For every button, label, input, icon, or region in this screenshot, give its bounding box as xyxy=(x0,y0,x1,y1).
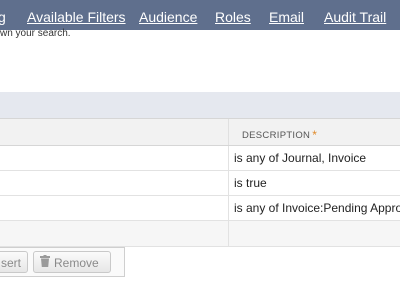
filter-cell[interactable] xyxy=(0,171,229,195)
tab-audience[interactable]: Audience xyxy=(139,8,197,26)
new-row[interactable] xyxy=(0,221,400,247)
row-action-bar: sert Remove xyxy=(0,247,125,277)
column-divider xyxy=(228,119,229,145)
tab-roles[interactable]: Roles xyxy=(215,8,251,26)
criteria-table: DESCRIPTION * is any of Journal, Invoice … xyxy=(0,118,400,247)
remove-button[interactable]: Remove xyxy=(33,251,111,273)
required-star: * xyxy=(312,128,318,142)
tab-audit-trail[interactable]: Audit Trail xyxy=(324,8,386,26)
subtab-bar: g Available Filters Audience Roles Email… xyxy=(0,0,400,30)
table-row[interactable]: is true xyxy=(0,171,400,196)
tab-email[interactable]: Email xyxy=(269,8,304,26)
column-header-description: DESCRIPTION * xyxy=(242,128,318,142)
filter-cell[interactable] xyxy=(0,221,229,246)
trash-icon xyxy=(40,252,50,274)
table-header: DESCRIPTION * xyxy=(0,118,400,146)
filter-cell[interactable] xyxy=(0,196,229,220)
table-row[interactable]: is any of Journal, Invoice xyxy=(0,146,400,171)
description-cell: is true xyxy=(234,176,267,190)
help-text: wn your search. xyxy=(0,28,71,39)
description-cell: is any of Journal, Invoice xyxy=(234,151,367,165)
tab-partial[interactable]: g xyxy=(0,8,6,26)
remove-button-label: Remove xyxy=(54,256,99,270)
description-cell: is any of Invoice:Pending Appro xyxy=(234,201,400,215)
filter-cell[interactable] xyxy=(0,146,229,170)
section-band xyxy=(0,92,400,118)
insert-button[interactable]: sert xyxy=(0,251,28,273)
table-row[interactable]: is any of Invoice:Pending Appro xyxy=(0,196,400,221)
tab-available-filters[interactable]: Available Filters xyxy=(27,8,126,26)
saved-search-page: g Available Filters Audience Roles Email… xyxy=(0,0,400,284)
